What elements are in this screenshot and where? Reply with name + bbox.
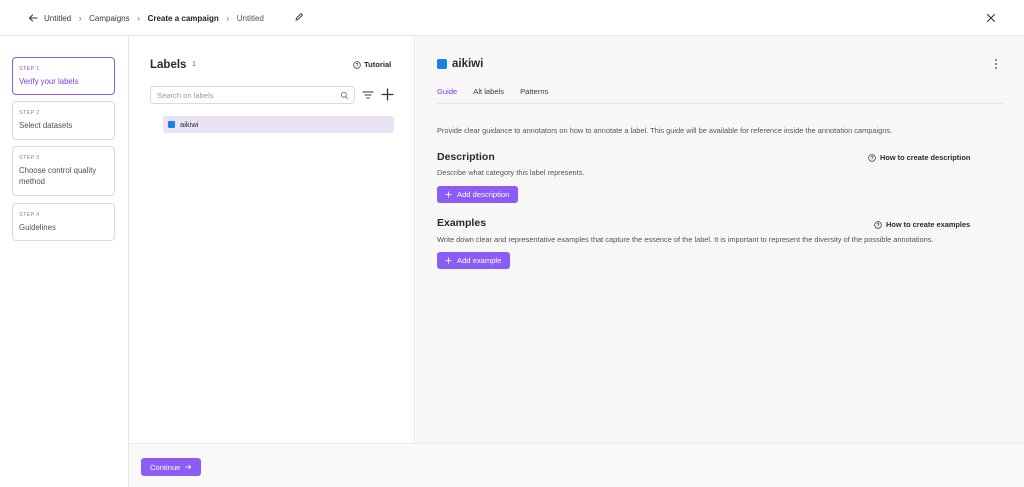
tab-patterns[interactable]: Patterns	[520, 87, 548, 104]
breadcrumb-item[interactable]: Untitled	[44, 14, 71, 23]
step-number: STEP 1	[19, 66, 40, 72]
arrow-left-icon[interactable]	[27, 12, 39, 24]
step-title: Select datasets	[19, 121, 73, 130]
pencil-icon[interactable]	[294, 12, 304, 22]
steps-sidebar: STEP 1 Verify your labels STEP 2 Select …	[0, 36, 129, 487]
add-description-button[interactable]: Add description	[437, 186, 519, 203]
tab-guide[interactable]: Guide	[437, 87, 458, 104]
close-icon[interactable]	[986, 13, 996, 23]
add-example-button[interactable]: Add example	[437, 252, 511, 269]
label-header: aikiwi	[437, 58, 483, 70]
help-circle-icon	[353, 60, 361, 69]
top-bar: Untitled › Campaigns › Create a campaign…	[0, 0, 1024, 36]
chevron-right-icon: ›	[78, 13, 82, 23]
step-number: STEP 2	[19, 110, 40, 116]
guide-intro: Provide clear guidance to annotators on …	[437, 126, 893, 135]
description-help: Describe what category this label repres…	[437, 168, 585, 177]
help-circle-icon	[868, 153, 876, 162]
label-color-swatch	[437, 59, 447, 69]
plus-icon	[445, 191, 452, 198]
chevron-right-icon: ›	[226, 13, 230, 23]
step-verify-labels[interactable]: STEP 1 Verify your labels	[12, 57, 115, 95]
step-guidelines[interactable]: STEP 4 Guidelines	[12, 203, 115, 241]
examples-title: Examples	[437, 217, 487, 229]
search-icon	[340, 91, 349, 100]
how-to-description-link[interactable]: How to create description	[868, 153, 970, 162]
search-input[interactable]	[151, 87, 331, 103]
examples-help: Write down clear and representative exam…	[437, 235, 934, 244]
label-search	[150, 86, 355, 104]
how-to-examples-label: How to create examples	[886, 220, 971, 229]
add-example-label: Add example	[457, 256, 502, 265]
continue-label: Continue	[150, 462, 181, 472]
filter-icon[interactable]	[362, 89, 374, 101]
campaign-name: Untitled	[236, 13, 264, 23]
more-vertical-icon[interactable]	[993, 58, 999, 70]
continue-button[interactable]: Continue	[141, 458, 202, 476]
plus-icon	[445, 257, 452, 264]
step-title: Verify your labels	[19, 77, 79, 86]
step-quality-method[interactable]: STEP 3 Choose control quality method	[12, 146, 115, 196]
breadcrumb: Untitled › Campaigns › Create a campaign…	[44, 13, 264, 23]
description-title: Description	[437, 151, 495, 163]
step-number: STEP 4	[19, 212, 40, 218]
how-to-examples-link[interactable]: How to create examples	[874, 220, 970, 229]
tab-alt-labels[interactable]: Alt labels	[473, 87, 504, 104]
label-detail-panel: aikiwi Guide Alt labels Patterns Provide…	[416, 36, 1024, 443]
label-name: aikiwi	[180, 120, 199, 129]
footer-bar: Continue	[129, 443, 1024, 487]
arrow-right-icon	[185, 464, 192, 470]
add-description-label: Add description	[457, 190, 510, 199]
how-to-description-label: How to create description	[880, 153, 971, 162]
add-label-icon[interactable]	[381, 88, 394, 101]
step-select-datasets[interactable]: STEP 2 Select datasets	[12, 101, 115, 140]
tabs-divider	[437, 103, 1003, 104]
label-detail-title: aikiwi	[452, 58, 484, 70]
breadcrumb-item[interactable]: Create a campaign	[148, 14, 219, 23]
breadcrumb-item[interactable]: Campaigns	[89, 14, 129, 23]
tutorial-label: Tutorial	[364, 60, 392, 69]
label-color-swatch	[168, 121, 175, 128]
step-title: Choose control quality method	[19, 166, 97, 186]
labels-title: Labels	[150, 59, 187, 71]
step-title: Guidelines	[19, 223, 56, 232]
step-number: STEP 3	[19, 155, 40, 161]
label-list-item[interactable]: aikiwi	[163, 116, 394, 133]
labels-count: 1	[192, 61, 196, 68]
chevron-right-icon: ›	[137, 13, 141, 23]
help-circle-icon	[874, 220, 882, 229]
detail-tabs: Guide Alt labels Patterns	[437, 87, 548, 104]
tutorial-button[interactable]: Tutorial	[353, 60, 391, 69]
labels-panel: Labels 1 Tutorial aikiwi	[129, 36, 415, 443]
